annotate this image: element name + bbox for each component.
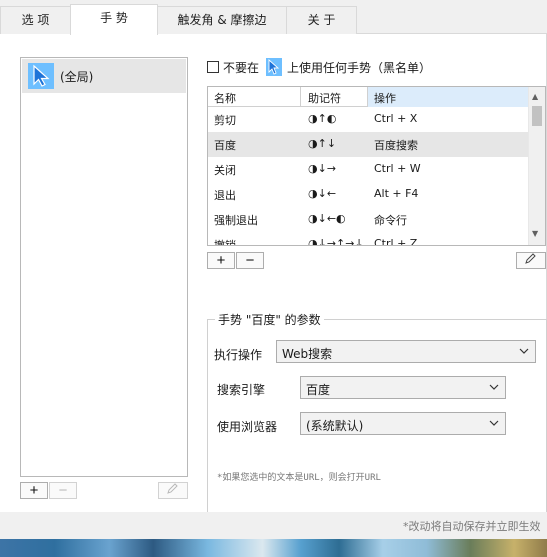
tab-about[interactable]: 关 于 <box>286 6 357 34</box>
gesture-name: 百度 <box>214 139 236 152</box>
url-hint: *如果您选中的文本是URL，则会打开URL <box>217 473 381 483</box>
browser-label: 使用浏览器 <box>217 420 278 434</box>
global-scope-label: (全局) <box>60 70 94 84</box>
cursor-arrow-icon <box>266 58 282 76</box>
gesture-name: 退出 <box>214 189 236 202</box>
browser-select[interactable]: (系统默认) <box>300 412 506 435</box>
gestures-page: (全局) + − 不要在 上使用任何手势（黑名单） 名称 助记符 操作 剪切 ◑ <box>0 34 547 532</box>
gesture-action: 百度搜索 <box>374 139 418 152</box>
execute-action-label: 执行操作 <box>214 348 263 362</box>
search-engine-value: 百度 <box>306 383 331 397</box>
auto-save-notice: *改动将自动保存并立即生效 <box>403 520 541 533</box>
gesture-mnemonic: ◑↓←◐ <box>308 212 346 225</box>
browser-value: (系统默认) <box>306 419 364 433</box>
table-row[interactable]: 退出 ◑↓← Alt + F4 <box>208 182 528 207</box>
scroll-up-icon[interactable]: ▲ <box>532 92 538 101</box>
gesture-action: Alt + F4 <box>374 187 419 200</box>
table-row[interactable]: 剪切 ◑↑◐ Ctrl + X <box>208 107 528 132</box>
add-app-button[interactable]: + <box>20 482 48 499</box>
gesture-mnemonic: ◑↓→↑→↓ <box>308 237 364 246</box>
gesture-name: 撤销 <box>214 239 236 246</box>
table-row[interactable]: 关闭 ◑↓→ Ctrl + W <box>208 157 528 182</box>
table-header: 名称 助记符 操作 <box>208 87 528 107</box>
blacklist-text-after: 上使用任何手势（黑名单） <box>287 61 432 75</box>
gesture-action: Ctrl + X <box>374 112 418 125</box>
gesture-name: 关闭 <box>214 164 236 177</box>
table-row[interactable]: 强制退出 ◑↓←◐ 命令行 <box>208 207 528 232</box>
search-engine-select[interactable]: 百度 <box>300 376 506 399</box>
gesture-mnemonic: ◑↓← <box>308 187 337 200</box>
scroll-down-icon[interactable]: ▼ <box>532 229 538 238</box>
gesture-action: Ctrl + W <box>374 162 421 175</box>
table-scrollbar[interactable]: ▲ ▼ <box>528 87 545 245</box>
chevron-down-icon <box>519 348 529 354</box>
tab-options[interactable]: 选 项 <box>0 6 71 34</box>
table-row[interactable]: 撤销 ◑↓→↑→↓ Ctrl + Z <box>208 232 528 246</box>
params-title: 手势 "百度" 的参数 <box>215 311 324 328</box>
execute-action-select[interactable]: Web搜索 <box>276 340 536 363</box>
gesture-name: 强制退出 <box>214 214 258 227</box>
edit-icon <box>525 253 536 264</box>
remove-gesture-button[interactable]: − <box>236 252 264 269</box>
gesture-mnemonic: ◑↑↓ <box>308 137 337 150</box>
gesture-table[interactable]: 名称 助记符 操作 剪切 ◑↑◐ Ctrl + X 百度 ◑↑↓ 百度搜索 关闭… <box>207 86 546 246</box>
column-name-header[interactable]: 名称 <box>214 90 236 106</box>
chevron-down-icon <box>489 384 499 390</box>
edit-app-button[interactable] <box>158 482 188 499</box>
tab-gestures[interactable]: 手 势 <box>70 4 158 35</box>
edit-gesture-button[interactable] <box>516 252 546 269</box>
app-scope-list[interactable]: (全局) <box>20 57 188 477</box>
cursor-arrow-icon <box>28 63 54 89</box>
footer-bar: *改动将自动保存并立即生效 <box>0 512 547 539</box>
edit-icon <box>167 483 178 494</box>
column-mnemonic-header[interactable]: 助记符 <box>308 90 341 106</box>
desktop-background <box>0 539 547 557</box>
remove-app-button[interactable]: − <box>49 482 77 499</box>
blacklist-text-before: 不要在 <box>223 61 260 75</box>
search-engine-label: 搜索引擎 <box>217 383 266 397</box>
tab-bar: 选 项 手 势 触发角 & 摩擦边 关 于 <box>0 0 547 35</box>
gesture-mnemonic: ◑↑◐ <box>308 112 337 125</box>
gesture-action: 命令行 <box>374 214 407 227</box>
blacklist-checkbox[interactable] <box>207 61 219 73</box>
tab-hot-corners-edges[interactable]: 触发角 & 摩擦边 <box>157 6 287 34</box>
gesture-name: 剪切 <box>214 114 236 127</box>
gesture-config-panel: 不要在 上使用任何手势（黑名单） 名称 助记符 操作 剪切 ◑↑◐ Ctrl +… <box>207 53 547 532</box>
gesture-mnemonic: ◑↓→ <box>308 162 337 175</box>
column-action-header[interactable]: 操作 <box>374 90 396 106</box>
gesture-action: Ctrl + Z <box>374 237 418 246</box>
chevron-down-icon <box>489 420 499 426</box>
scrollbar-thumb[interactable] <box>532 106 542 126</box>
add-gesture-button[interactable]: + <box>207 252 235 269</box>
global-scope-item[interactable]: (全局) <box>22 59 186 93</box>
gesture-params-group: 手势 "百度" 的参数 执行操作 Web搜索 搜索引擎 百度 使用浏览器 (系统… <box>207 311 547 532</box>
table-row-selected[interactable]: 百度 ◑↑↓ 百度搜索 <box>208 132 528 157</box>
execute-action-value: Web搜索 <box>282 347 333 361</box>
